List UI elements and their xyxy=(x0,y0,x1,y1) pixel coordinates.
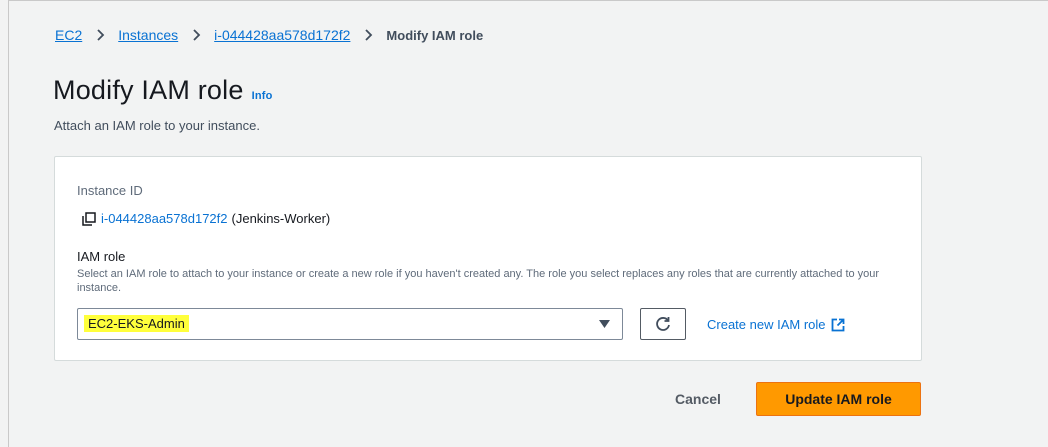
page-title: Modify IAM role Info xyxy=(53,75,273,106)
breadcrumb-instance-id[interactable]: i-044428aa578d172f2 xyxy=(214,27,350,43)
iam-role-description: Select an IAM role to attach to your ins… xyxy=(77,268,880,294)
copy-icon[interactable] xyxy=(82,211,96,226)
breadcrumb-current: Modify IAM role xyxy=(386,27,484,43)
breadcrumb-instances[interactable]: Instances xyxy=(118,27,178,43)
page-description: Attach an IAM role to your instance. xyxy=(54,118,260,133)
iam-role-select[interactable]: EC2-EKS-Admin xyxy=(77,308,623,340)
breadcrumb: EC2 Instances i-044428aa578d172f2 Modify… xyxy=(55,27,483,43)
modify-role-panel: Instance ID i-044428aa578d172f2 (Jenkins… xyxy=(54,156,922,361)
page-frame: EC2 Instances i-044428aa578d172f2 Modify… xyxy=(8,0,1048,447)
refresh-icon xyxy=(656,317,670,331)
instance-id-row: i-044428aa578d172f2 (Jenkins-Worker) xyxy=(82,211,330,226)
iam-role-label: IAM role xyxy=(77,249,126,264)
create-iam-role-label: Create new IAM role xyxy=(707,317,826,332)
breadcrumb-ec2[interactable]: EC2 xyxy=(55,27,82,43)
chevron-right-icon xyxy=(97,29,105,41)
chevron-right-icon xyxy=(193,29,201,41)
chevron-right-icon xyxy=(365,29,373,41)
instance-id-label: Instance ID xyxy=(77,183,143,198)
external-link-icon xyxy=(831,318,844,331)
info-link[interactable]: Info xyxy=(252,90,273,102)
cancel-button[interactable]: Cancel xyxy=(675,391,721,407)
caret-down-icon xyxy=(599,320,610,328)
create-iam-role-link[interactable]: Create new IAM role xyxy=(707,317,845,332)
update-iam-role-button[interactable]: Update IAM role xyxy=(756,382,921,416)
instance-id-link[interactable]: i-044428aa578d172f2 xyxy=(101,211,228,226)
refresh-button[interactable] xyxy=(640,308,686,340)
instance-name: (Jenkins-Worker) xyxy=(231,211,331,226)
iam-role-selected-value: EC2-EKS-Admin xyxy=(84,315,189,332)
page-title-text: Modify IAM role xyxy=(53,75,244,105)
